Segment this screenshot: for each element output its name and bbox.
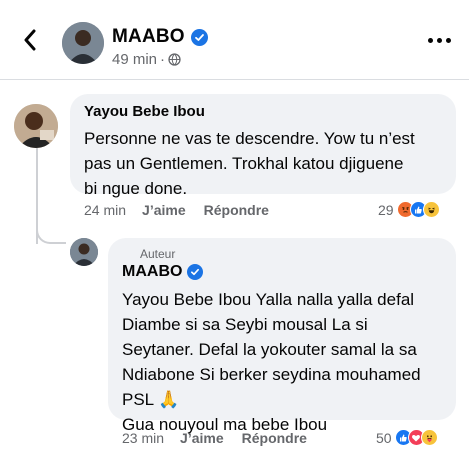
haha-reaction-icon (422, 201, 440, 218)
reply-author-label: MAABO (122, 263, 183, 280)
comment-time[interactable]: 24 min (84, 202, 126, 218)
reaction-icons (394, 429, 438, 446)
reply-line: Seytaner. Defal la yokouter samal la sa (122, 340, 417, 359)
reply-time[interactable]: 23 min (122, 430, 164, 446)
comment-reactions[interactable]: 29 (378, 201, 440, 218)
comment-author[interactable]: Yayou Bebe Ibou (84, 103, 442, 120)
reply-actions: 23 min J’aime Répondre (122, 430, 307, 446)
post-time[interactable]: 49 min (112, 51, 157, 68)
post-meta: 49 min · (112, 51, 181, 68)
post-header: MAABO 49 min · (0, 0, 469, 80)
reply-reactions[interactable]: 50 (376, 429, 438, 446)
person-avatar-image (14, 104, 58, 148)
reply-bubble: Auteur MAABO Yayou Bebe Ibou Yalla nalla… (108, 238, 456, 434)
reply-reaction-count: 50 (376, 429, 392, 446)
more-dots-icon (446, 38, 451, 43)
arrow-back-icon (24, 29, 36, 51)
person-avatar-image (62, 22, 104, 64)
reply-like-button[interactable]: J’aime (180, 430, 224, 446)
verified-badge-icon (190, 28, 208, 46)
reply-reply-button[interactable]: Répondre (242, 430, 307, 446)
comment-reaction-count: 29 (378, 201, 394, 218)
more-dots-icon (437, 38, 442, 43)
person-avatar-image (70, 238, 98, 266)
more-dots-icon (428, 38, 433, 43)
comment-text: Personne ne vas te descendre. Yow tu n’e… (84, 126, 442, 201)
comment-bubble: Yayou Bebe Ibou Personne ne vas te desce… (70, 94, 456, 198)
author-badge: Auteur (140, 247, 176, 261)
comment-actions: 24 min J’aime Répondre (84, 202, 269, 218)
reply-line: Diambe si sa Seybi mousal La si (122, 315, 368, 334)
care-reaction-icon (420, 429, 438, 446)
reaction-icons (396, 201, 440, 218)
verified-badge-icon (187, 264, 204, 280)
comment-reply-button[interactable]: Répondre (204, 202, 269, 218)
comment-like-button[interactable]: J’aime (142, 202, 186, 218)
comment-line: bi ngue done. (84, 179, 188, 198)
reply-author[interactable]: MAABO (122, 263, 442, 281)
globe-icon (168, 53, 181, 66)
post-author-label: MAABO (112, 26, 185, 47)
reply-line: Yayou Bebe Ibou Yalla nalla yalla defal (122, 290, 415, 309)
reply-line: PSL 🙏 (122, 390, 180, 409)
comment-line: pas un Gentlemen. Trokhal katou djiguene (84, 154, 404, 173)
comment-line: Personne ne vas te descendre. Yow tu n’e… (84, 129, 415, 148)
back-button[interactable] (16, 26, 44, 54)
more-options-button[interactable] (428, 38, 451, 43)
commenter-avatar[interactable] (14, 104, 58, 148)
reply-author-avatar[interactable] (70, 238, 98, 266)
post-author-name[interactable]: MAABO (112, 26, 208, 48)
thread-connector (36, 216, 66, 244)
author-avatar[interactable] (62, 22, 104, 64)
reply-line: Ndiabone Si berker seydina mouhamed (122, 365, 421, 384)
reply-text: Yayou Bebe Ibou Yalla nalla yalla defal … (122, 287, 442, 437)
meta-separator: · (160, 51, 166, 68)
